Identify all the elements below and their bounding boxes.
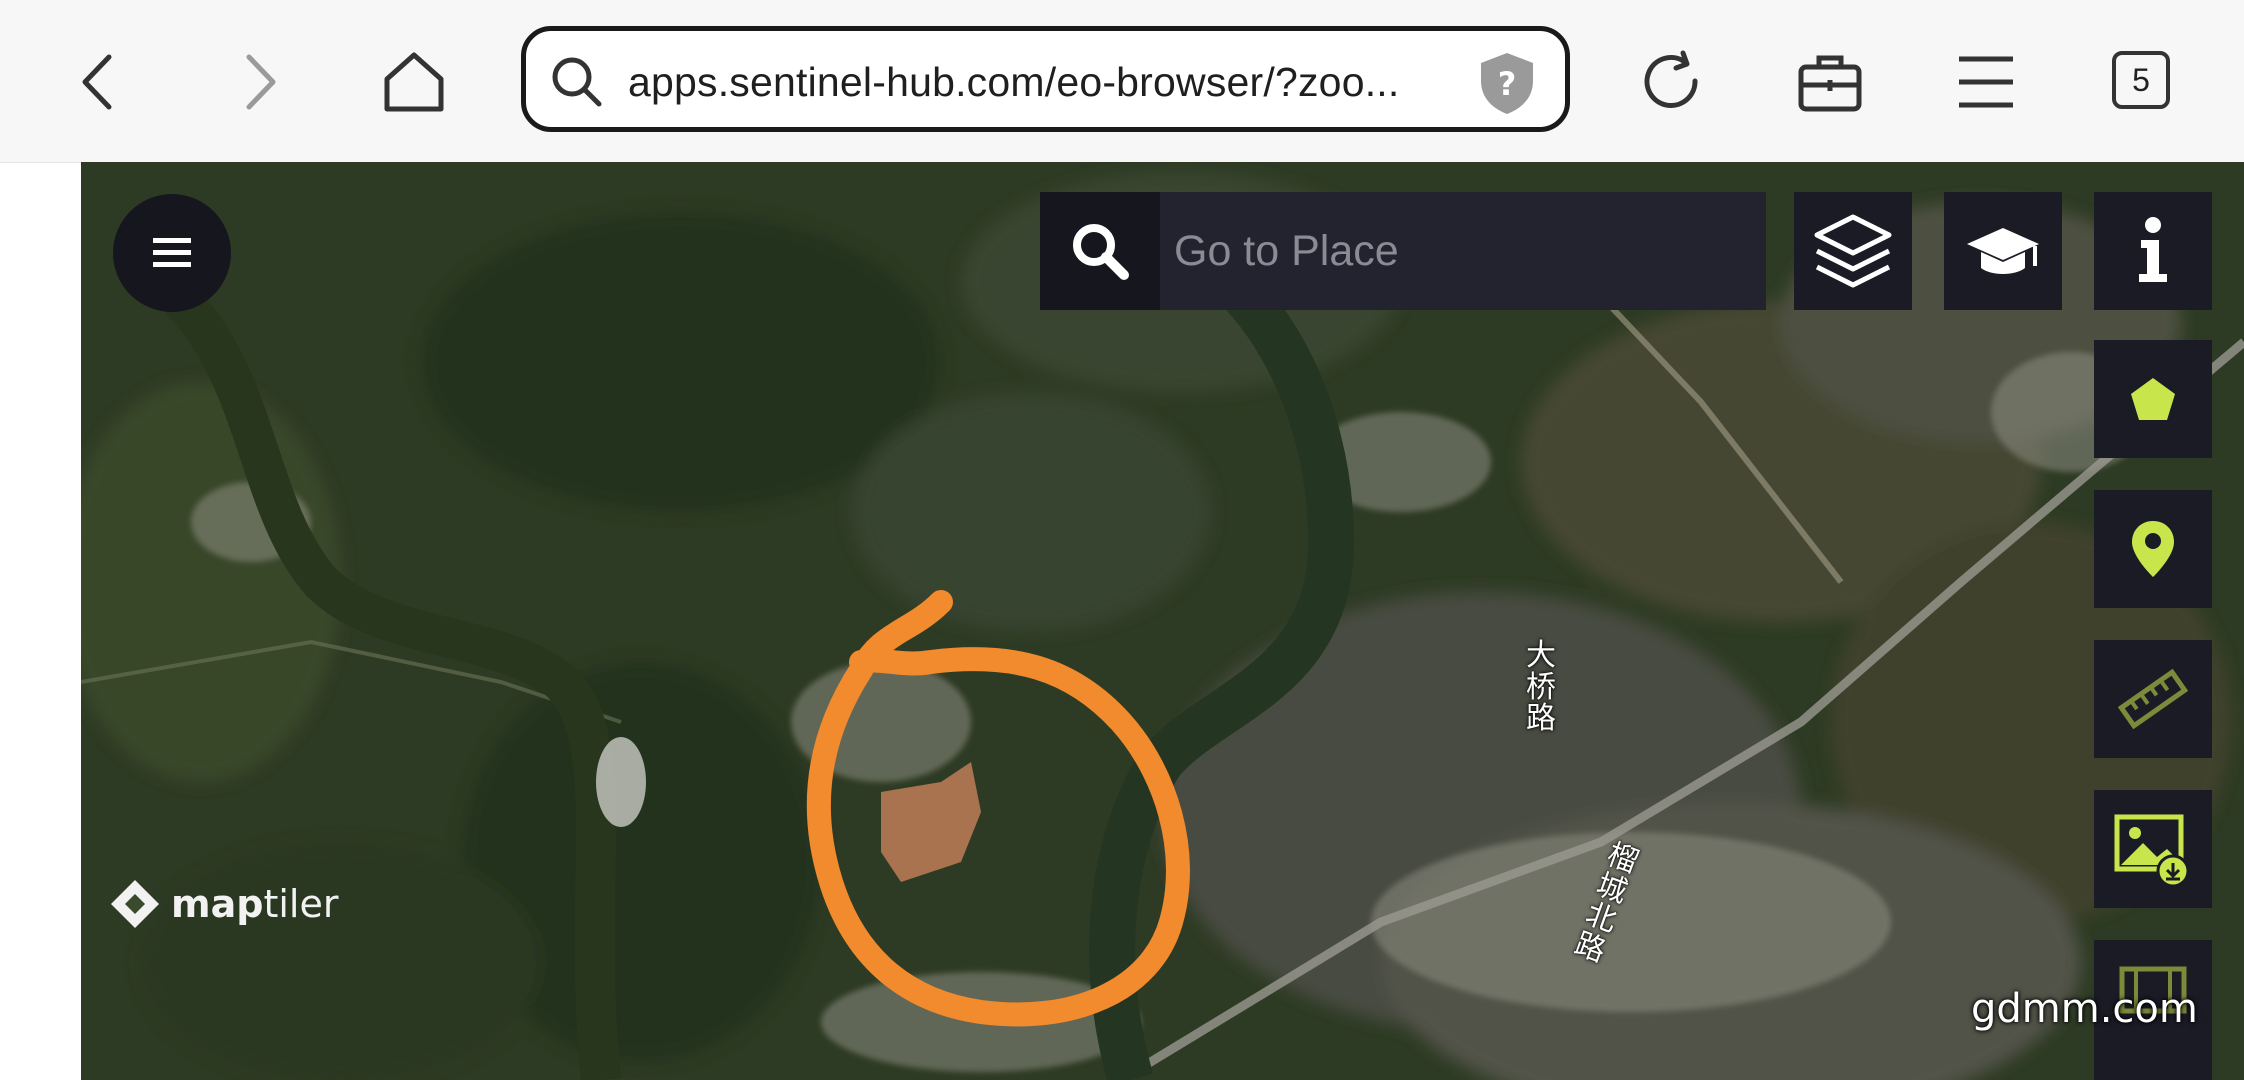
layers-icon — [1814, 214, 1892, 288]
search-button[interactable] — [1040, 192, 1160, 310]
graduation-cap-icon — [1967, 228, 2039, 274]
search-input[interactable] — [1160, 192, 1766, 310]
measure-button[interactable] — [2094, 640, 2212, 758]
road-label-daqiao: 大桥路 — [1526, 638, 1556, 736]
attribution-tiler: tiler — [263, 882, 339, 926]
place-marker-button[interactable] — [2094, 490, 2212, 608]
home-icon — [384, 52, 444, 112]
info-icon — [2139, 217, 2167, 282]
search-icon — [1073, 224, 1129, 280]
place-search — [1040, 192, 1766, 310]
layers-button[interactable] — [1794, 192, 1912, 310]
image-download-icon — [2114, 814, 2190, 888]
hamburger-menu-icon — [153, 238, 191, 267]
hamburger-menu-icon — [1959, 56, 2013, 108]
back-button[interactable] — [54, 36, 146, 128]
ruler-icon — [2118, 668, 2188, 730]
browser-toolbar: apps.sentinel-hub.com/eo-browser/?zoo...… — [0, 0, 2244, 163]
reload-button[interactable] — [1626, 36, 1718, 128]
address-bar[interactable]: apps.sentinel-hub.com/eo-browser/?zoo...… — [521, 26, 1570, 132]
url-text[interactable]: apps.sentinel-hub.com/eo-browser/?zoo... — [628, 59, 1448, 106]
download-image-button[interactable] — [2094, 790, 2212, 908]
maptiler-logo-icon — [111, 880, 159, 928]
draw-polygon-button[interactable] — [2094, 340, 2212, 458]
reload-icon — [1644, 50, 1698, 108]
menu-button[interactable] — [1940, 36, 2032, 128]
pentagon-icon — [2131, 378, 2175, 420]
chevron-right-icon — [246, 54, 276, 110]
map-viewport[interactable]: 大桥路 榴城北路 maptiler gdmm.com — [81, 162, 2244, 1080]
shield-question-icon[interactable]: ? — [1475, 49, 1539, 117]
svg-text:?: ? — [1498, 65, 1517, 103]
tab-count-button[interactable]: 5 — [2112, 51, 2170, 109]
chevron-left-icon — [82, 54, 112, 110]
watermark: gdmm.com — [1971, 986, 2198, 1032]
maptiler-attribution[interactable]: maptiler — [109, 878, 338, 930]
briefcase-icon — [1798, 55, 1862, 112]
search-icon — [552, 57, 602, 107]
map-pin-icon — [2132, 521, 2174, 577]
toolbox-button[interactable] — [1784, 36, 1876, 128]
info-button[interactable] — [2094, 192, 2212, 310]
education-button[interactable] — [1944, 192, 2062, 310]
forward-button[interactable] — [212, 36, 304, 128]
sidebar-menu-button[interactable] — [113, 194, 231, 312]
attribution-map: map — [171, 882, 264, 926]
home-button[interactable] — [368, 36, 460, 128]
